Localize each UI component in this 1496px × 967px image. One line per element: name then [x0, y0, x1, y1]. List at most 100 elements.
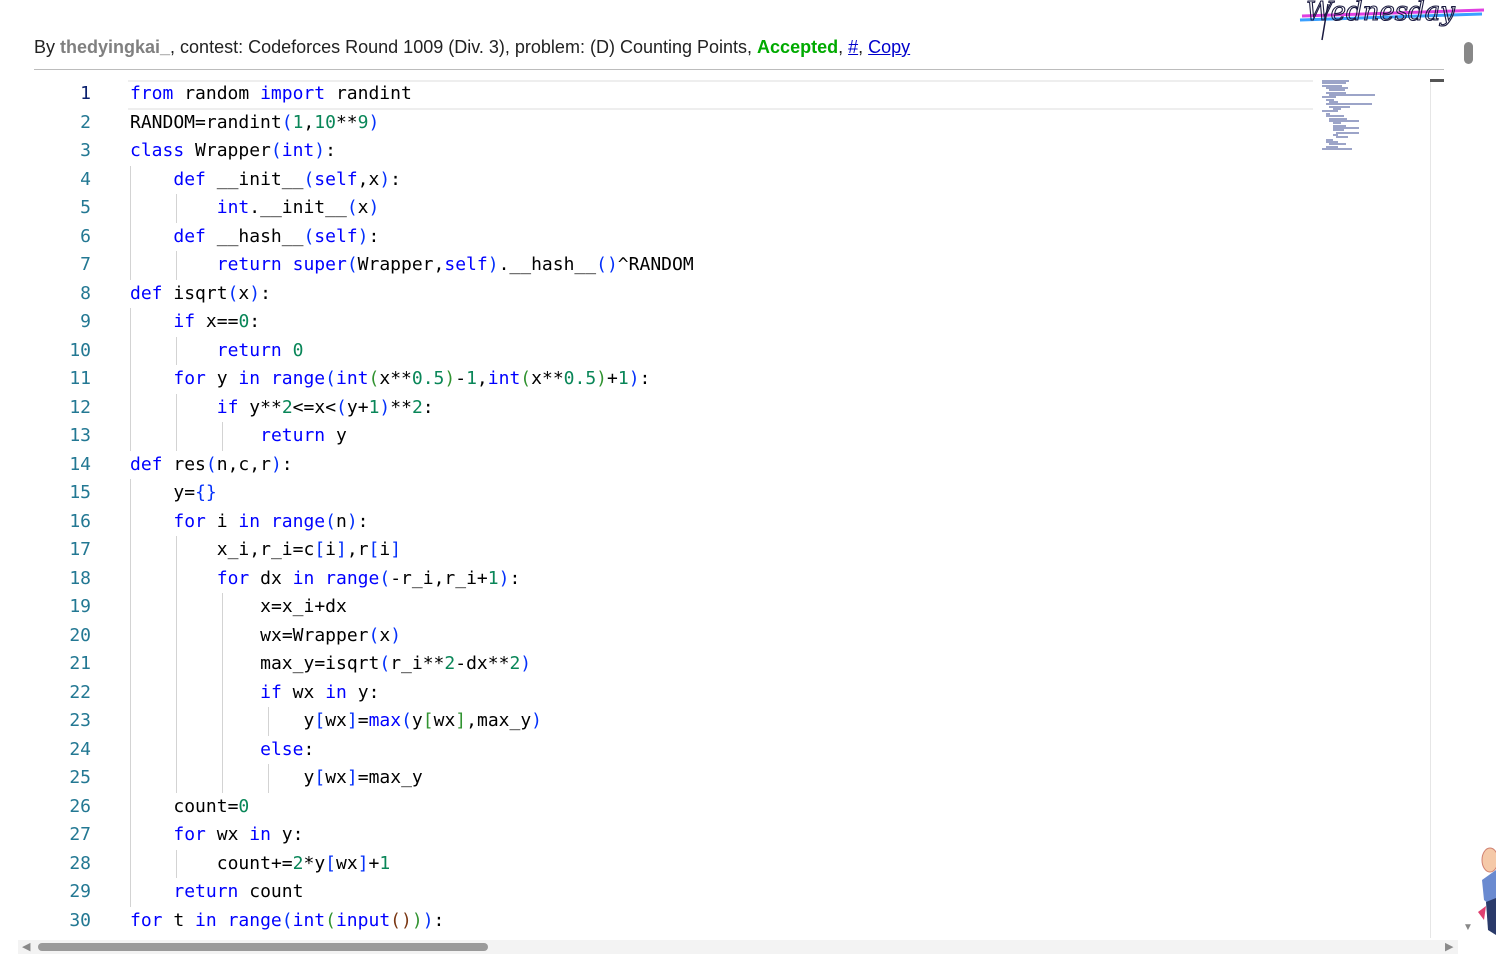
contest-label: , contest: [170, 37, 249, 57]
mascot-figure-icon [1478, 847, 1496, 935]
contest-name: Codeforces Round 1009 (Div. 3) [248, 37, 505, 57]
indent-guide [130, 479, 131, 508]
code-line[interactable]: max_y=isqrt(r_i**2-dx**2) [130, 650, 1445, 679]
scroll-right-icon[interactable]: ▶ [1445, 940, 1453, 954]
indent-guide [222, 735, 223, 764]
indent-guide [222, 678, 223, 707]
hash-link[interactable]: # [848, 37, 858, 57]
indent-guide [176, 707, 177, 736]
code-line[interactable]: for i in range(n): [130, 507, 1445, 536]
separator: , [747, 37, 758, 57]
logo-text: Wednesday [1306, 0, 1455, 27]
editor-minimap[interactable] [1322, 80, 1382, 150]
indent-guide [176, 251, 177, 280]
code-line[interactable]: else: [130, 735, 1445, 764]
code-line[interactable]: for dx in range(-r_i,r_i+1): [130, 564, 1445, 593]
indent-guide [176, 764, 177, 793]
verdict-accepted: Accepted [757, 37, 839, 57]
code-line[interactable]: if wx in y: [130, 678, 1445, 707]
code-line[interactable]: wx=Wrapper(x) [130, 621, 1445, 650]
indent-guide [130, 878, 131, 907]
line-number: 16 [69, 510, 91, 532]
by-label: By [34, 37, 61, 57]
indent-guide [130, 821, 131, 850]
code-line[interactable]: count=0 [130, 792, 1445, 821]
code-line[interactable]: for y in range(int(x**0.5)-1,int(x**0.5)… [130, 365, 1445, 394]
line-number: 21 [69, 653, 91, 674]
scroll-left-icon[interactable]: ◀ [22, 940, 30, 954]
line-number: 11 [69, 368, 91, 389]
indent-guide [130, 251, 131, 280]
line-number: 8 [80, 282, 91, 304]
code-line[interactable]: if x==0: [130, 308, 1445, 337]
indent-guide [130, 194, 131, 223]
code-line[interactable]: for t in range(int(input())): [130, 907, 1445, 936]
code-line[interactable]: x=x_i+dx [130, 593, 1445, 622]
code-line[interactable]: def __hash__(self): [130, 222, 1445, 251]
indent-guide [222, 422, 223, 451]
indent-guide [130, 735, 131, 764]
code-editor[interactable]: 1 2 3 4 5 6 7 8 9 10 11 12 13 14 15 16 17 18 19 20 21 22 23 24 2… [0, 80, 1445, 938]
code-line[interactable]: from random import randint [128, 80, 1445, 110]
minimap-line [1322, 147, 1353, 150]
line-number: 17 [69, 539, 91, 560]
indent-guide [130, 536, 131, 565]
line-number: 27 [69, 824, 91, 845]
code-line[interactable]: RANDOM=randint(1,10**9) [130, 109, 1445, 138]
line-number: 1 [80, 83, 91, 104]
code-line[interactable]: return super(Wrapper,self).__hash__()^RA… [130, 251, 1445, 280]
indent-guide [176, 422, 177, 451]
code-line[interactable]: for wx in y: [130, 821, 1445, 850]
indent-guide [268, 764, 269, 793]
code-line[interactable]: return count [130, 878, 1445, 907]
code-line[interactable]: y[wx]=max_y [130, 764, 1445, 793]
line-number: 12 [69, 396, 91, 418]
line-number: 2 [80, 111, 91, 133]
indent-guide [130, 308, 131, 337]
submission-header: By thedyingkai_, contest: Codeforces Rou… [34, 37, 910, 58]
wednesday-logo: Wednesday [1299, 0, 1485, 41]
line-number: 14 [69, 453, 91, 475]
code-area[interactable]: from random import randint RANDOM=randint… [128, 80, 1445, 936]
line-number: 26 [69, 795, 91, 817]
line-number: 25 [69, 767, 91, 788]
horizontal-scrollbar-thumb[interactable] [38, 943, 488, 951]
code-line[interactable]: return y [130, 422, 1445, 451]
submission-page: By thedyingkai_, contest: Codeforces Rou… [0, 0, 1496, 967]
code-line[interactable]: y={} [130, 479, 1445, 508]
indent-guide [130, 678, 131, 707]
indent-guide [130, 165, 131, 194]
code-line[interactable]: def __init__(self,x): [130, 165, 1445, 194]
indent-guide [130, 707, 131, 736]
minimap-line [1322, 110, 1338, 113]
author-username[interactable]: thedyingkai_ [60, 37, 170, 57]
line-number: 28 [69, 852, 91, 874]
page-scrollbar-thumb[interactable] [1464, 42, 1473, 64]
indent-guide [176, 735, 177, 764]
line-number: 24 [69, 738, 91, 760]
code-line[interactable]: class Wrapper(int): [130, 137, 1445, 166]
indent-guide [176, 536, 177, 565]
indent-guide [130, 564, 131, 593]
indent-guide [222, 621, 223, 650]
indent-guide [130, 507, 131, 536]
indent-guide [130, 650, 131, 679]
code-line[interactable]: y[wx]=max(y[wx],max_y) [130, 707, 1445, 736]
copy-link[interactable]: Copy [868, 37, 910, 57]
code-line[interactable]: if y**2<=x<(y+1)**2: [130, 393, 1445, 422]
indent-guide [176, 593, 177, 622]
line-number: 18 [69, 567, 91, 589]
line-number: 6 [80, 225, 91, 247]
code-line[interactable]: count+=2*y[wx]+1 [130, 849, 1445, 878]
code-line[interactable]: x_i,r_i=c[i],r[i] [130, 536, 1445, 565]
editor-vertical-scrollbar[interactable] [1430, 80, 1445, 938]
indent-guide [130, 764, 131, 793]
indent-guide [176, 678, 177, 707]
minimap-line [1329, 94, 1376, 97]
line-number: 5 [80, 197, 91, 218]
code-line[interactable]: def isqrt(x): [130, 280, 1445, 309]
code-line[interactable]: def res(n,c,r): [130, 451, 1445, 480]
indent-guide [176, 650, 177, 679]
code-line[interactable]: return 0 [130, 336, 1445, 365]
code-line[interactable]: int.__init__(x) [130, 194, 1445, 223]
